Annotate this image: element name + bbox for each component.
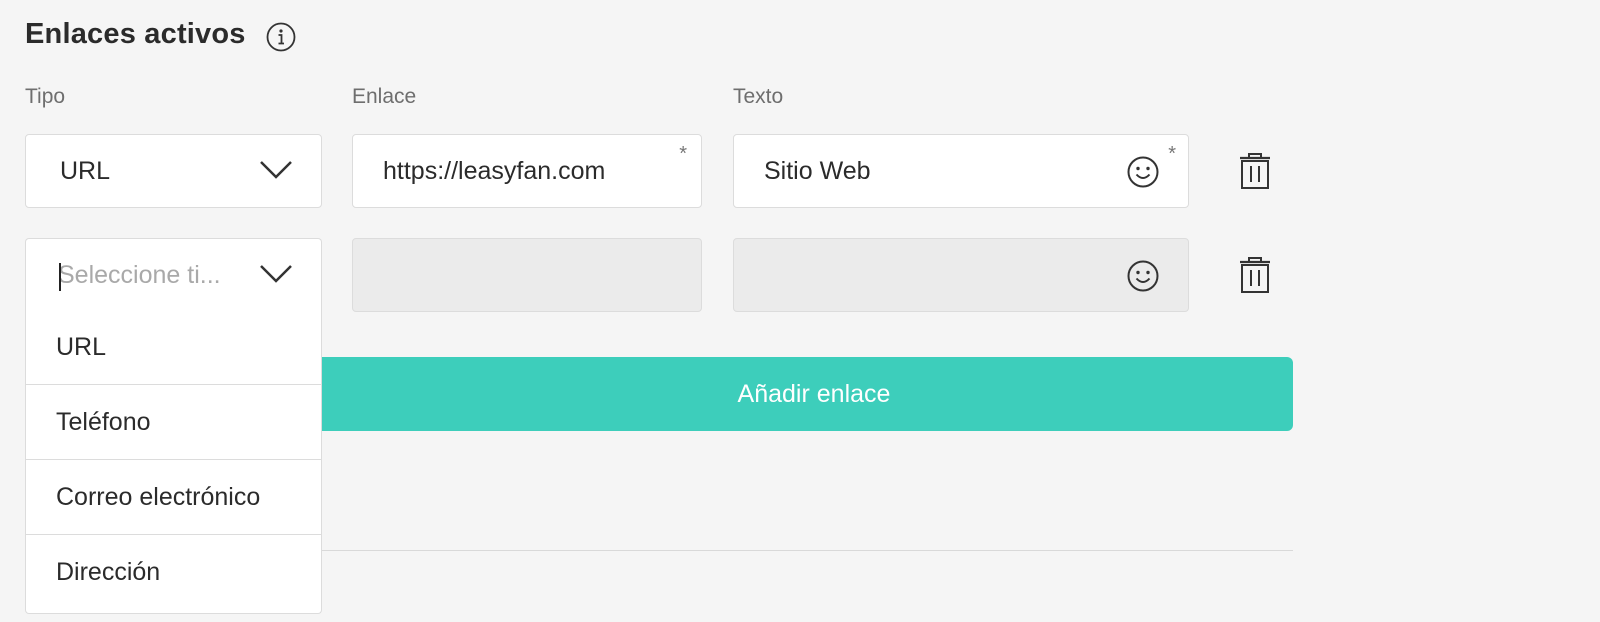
link-input-row-2[interactable] (352, 238, 702, 312)
text-cursor (59, 263, 61, 291)
type-dropdown-menu: URL Teléfono Correo electrónico Direcció… (25, 310, 322, 614)
section-title: Enlaces activos (25, 18, 246, 50)
column-label-enlace: Enlace (352, 85, 417, 108)
required-mark: * (679, 143, 687, 165)
text-input-value: Sitio Web (764, 156, 871, 185)
add-link-button[interactable]: Añadir enlace (315, 357, 1293, 431)
dropdown-option-correo[interactable]: Correo electrónico (26, 460, 321, 535)
required-mark: * (1168, 143, 1176, 165)
column-label-texto: Texto (733, 85, 784, 108)
add-link-button-label: Añadir enlace (737, 379, 891, 408)
type-select-placeholder: Seleccione ti... (58, 261, 221, 289)
text-input-row-2[interactable] (733, 238, 1189, 312)
trash-icon[interactable] (1239, 152, 1271, 190)
trash-icon[interactable] (1239, 256, 1271, 294)
chevron-down-icon (260, 265, 292, 283)
type-select-row-2[interactable]: Seleccione ti... (25, 238, 322, 312)
dropdown-option-url[interactable]: URL (26, 310, 321, 385)
divider (315, 550, 1293, 551)
link-input-value: https://leasyfan.com (383, 156, 606, 185)
link-input-row-1[interactable]: https://leasyfan.com * (352, 134, 702, 208)
smiley-icon[interactable] (1126, 259, 1160, 293)
info-circle-icon[interactable] (266, 22, 296, 52)
chevron-down-icon (260, 161, 292, 179)
smiley-icon[interactable] (1126, 155, 1160, 189)
dropdown-option-telefono[interactable]: Teléfono (26, 385, 321, 460)
dropdown-option-direccion[interactable]: Dirección (26, 535, 321, 610)
column-label-tipo: Tipo (25, 85, 66, 108)
type-select-value: URL (60, 156, 111, 185)
type-select-row-1[interactable]: URL (25, 134, 322, 208)
text-input-row-1[interactable]: Sitio Web * (733, 134, 1189, 208)
